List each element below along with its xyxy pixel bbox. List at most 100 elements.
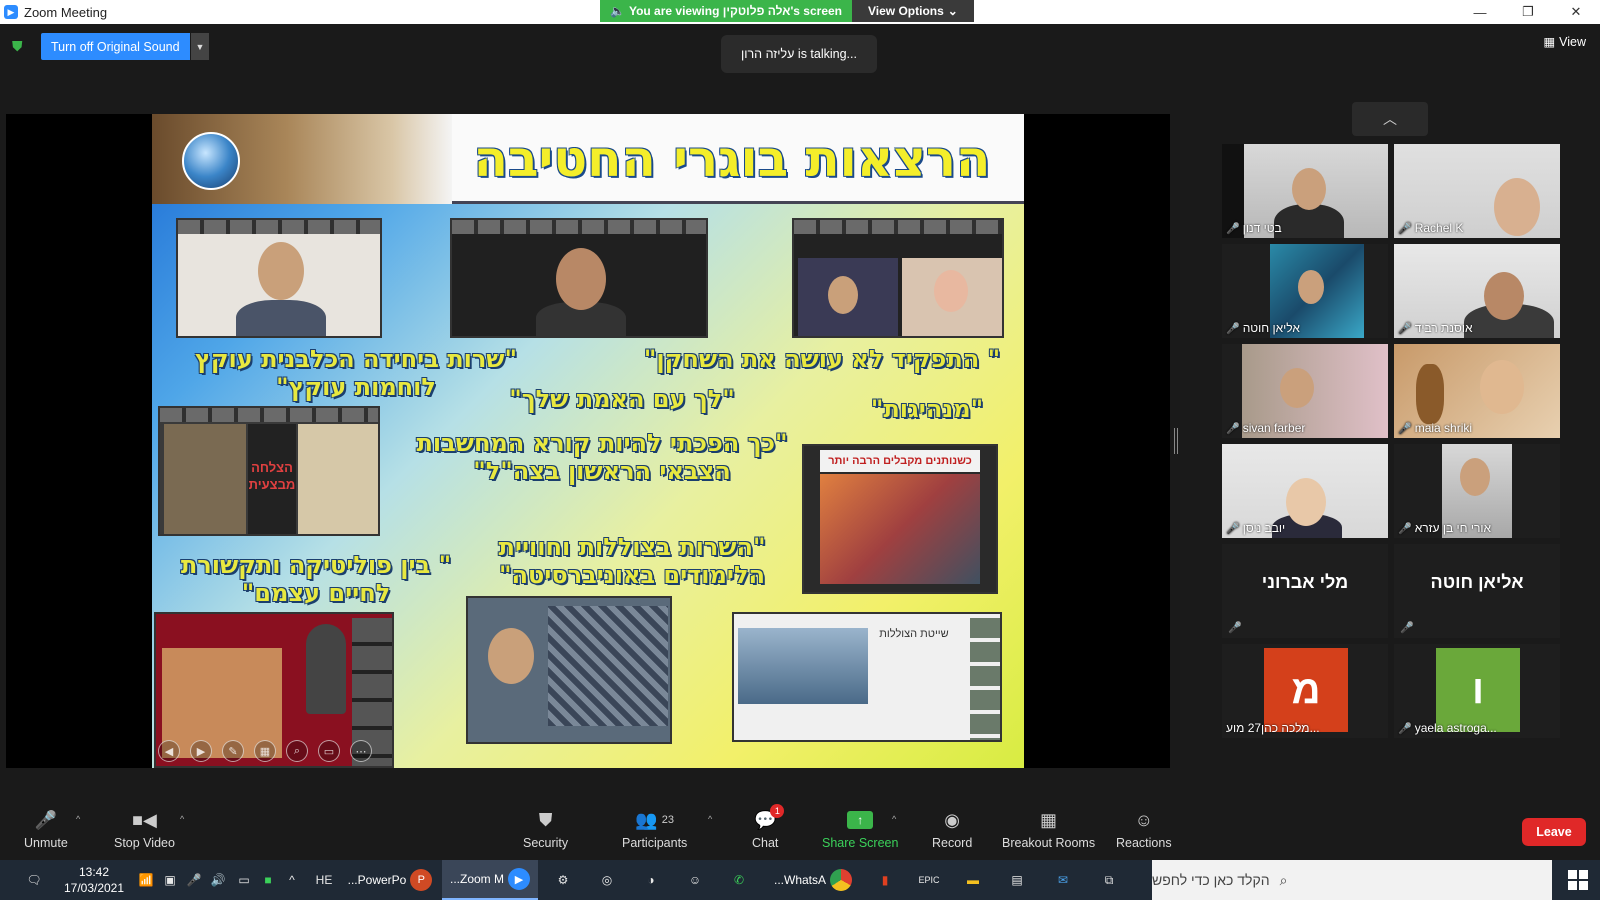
panel-splitter[interactable] [1174, 428, 1178, 454]
taskbar-whatsapp-chrome[interactable]: ...WhatsA [770, 860, 856, 900]
participant-tile[interactable]: 🎤 sivan farber [1222, 344, 1388, 438]
windows-start-icon[interactable] [1568, 870, 1588, 890]
prev-slide-icon[interactable]: ◀ [158, 740, 180, 762]
nvidia-icon[interactable]: ■ [258, 860, 278, 900]
participant-name: אליאן חוטה [1430, 572, 1524, 592]
notification-icon[interactable]: 🗨 [22, 860, 46, 900]
stop-video-button[interactable]: ■◀ Stop Video [114, 808, 175, 851]
original-sound-dropdown[interactable]: ▼ [191, 33, 209, 60]
participant-tile[interactable]: מלי אברוני 🎤 [1222, 544, 1388, 638]
taskbar-clock[interactable]: 13:42 17/03/2021 [56, 864, 132, 896]
participant-tile[interactable]: 🎤 אליאן חוטה [1222, 244, 1388, 338]
participant-avatar: ו [1436, 648, 1520, 732]
mic-muted-icon: 🎤 [1398, 322, 1412, 335]
office-icon[interactable]: ▮ [870, 860, 900, 900]
shield-icon: ⛊ [538, 809, 553, 830]
slides-grid-icon[interactable]: ▦ [254, 740, 276, 762]
mic-muted-icon: 🎤 [1400, 622, 1414, 634]
view-options-label: View Options [868, 4, 944, 18]
participant-tile[interactable]: 🎤 יובב ניסן [1222, 444, 1388, 538]
view-options-button[interactable]: View Options ⌄ [852, 0, 974, 22]
discord-icon[interactable]: ☺ [680, 860, 710, 900]
dog-image [164, 424, 246, 534]
unmute-button[interactable]: 🎤 Unmute [24, 808, 68, 851]
participant-tile[interactable]: 🎤 בטי דנון [1222, 144, 1388, 238]
participant-face [1484, 272, 1524, 320]
whatsapp-label: ...WhatsA [773, 873, 826, 887]
participants-caret[interactable]: ^ [708, 814, 712, 824]
participants-icon: 👥 23 [635, 809, 674, 830]
original-sound-button[interactable]: Turn off Original Sound [41, 33, 190, 60]
reactions-button[interactable]: ☺ Reactions [1116, 808, 1172, 851]
gallery-up-button[interactable]: ︿ [1352, 102, 1428, 136]
next-slide-icon[interactable]: ▶ [190, 740, 212, 762]
participant-tile[interactable]: 🎤 maia shriki [1394, 344, 1560, 438]
minimize-button[interactable]: — [1456, 0, 1504, 24]
share-screen-button[interactable]: ↑ Share Screen [822, 808, 898, 850]
chevron-up-icon: ︿ [1383, 111, 1397, 127]
shield-icon[interactable]: ⛊ [12, 38, 28, 54]
participant-strip [452, 220, 706, 234]
wifi-icon[interactable]: 📶 [136, 860, 156, 900]
security-button[interactable]: ⛊ Security [523, 808, 568, 851]
participant-tile[interactable]: ו 🎤 yaela astroga... [1394, 644, 1560, 738]
taskbar-search[interactable]: ⌕ הקלד כאן כדי לחפש [1152, 860, 1552, 900]
participants-button[interactable]: 👥 23 Participants [622, 808, 687, 851]
participant-tile[interactable]: אליאן חוטה 🎤 [1394, 544, 1560, 638]
pen-icon[interactable]: ✎ [222, 740, 244, 762]
quote-mind-reader: "כך הפכתי להיות קורא המחשבות הצבאי הראשו… [416, 429, 788, 485]
quote-role: " התפקיד לא עושה את השחקן" [643, 345, 1001, 373]
steam-icon[interactable]: ⚙ [548, 860, 578, 900]
leave-button[interactable]: Leave [1522, 818, 1586, 846]
epic-games-icon[interactable]: EPIC [914, 860, 944, 900]
restore-button[interactable]: ❐ [1504, 0, 1552, 24]
taskbar-zoom[interactable]: ...Zoom M ▶ [442, 860, 538, 900]
share-options-caret[interactable]: ^ [892, 814, 896, 824]
mail-icon[interactable]: ✉ [1048, 860, 1078, 900]
chat-icon: 💬 1 [754, 804, 785, 832]
more-icon[interactable]: ⋯ [350, 740, 372, 762]
store-icon[interactable]: ▤ [1002, 860, 1032, 900]
speaker-face [488, 628, 534, 684]
obs-icon[interactable]: ◑ [636, 860, 666, 900]
record-icon: ◉ [944, 809, 960, 830]
speaker-face [258, 242, 304, 300]
quote-submarines: "השרות בצוללות וחוויית הלימודים באוניברס… [498, 533, 766, 589]
chat-button[interactable]: 💬 1 Chat [752, 804, 785, 850]
participant-tile[interactable]: מ מלכה כהן27 מוע... [1222, 644, 1388, 738]
chevron-up-icon[interactable]: ^ [282, 860, 302, 900]
video-options-caret[interactable]: ^ [180, 814, 184, 824]
zoom-icon[interactable]: ⌕ [286, 740, 308, 762]
task-view-icon[interactable]: ⧉ [1094, 860, 1124, 900]
taskbar-powerpoint[interactable]: ...PowerPo P [346, 860, 434, 900]
chrome-icon [830, 869, 852, 891]
app-icon[interactable]: ◎ [592, 860, 622, 900]
flotilla-label: שייטת הצוללות [879, 628, 949, 640]
speaker-icon: 🔈 [610, 4, 625, 18]
battery-icon[interactable]: ▭ [234, 860, 254, 900]
camera-icon[interactable]: ▣ [160, 860, 180, 900]
quote-politics: " בין פוליטיקה ותקשורת לחיים עצמם" [180, 551, 452, 607]
volume-icon[interactable]: 🔊 [208, 860, 228, 900]
quote-truth: "לך עם האמת שלך" [509, 385, 735, 413]
audio-options-caret[interactable]: ^ [76, 814, 80, 824]
record-button[interactable]: ◉ Record [932, 808, 972, 851]
participant-tile[interactable]: 🎤 אורי חי בן עזרא [1394, 444, 1560, 538]
file-explorer-icon[interactable]: ▬ [958, 860, 988, 900]
view-button[interactable]: ▦ View [1543, 34, 1586, 50]
view-label: View [1559, 34, 1586, 49]
participant-name: 🎤 יובב ניסן [1226, 521, 1286, 535]
microphone-icon[interactable]: 🎤 [184, 860, 204, 900]
whatsapp-icon[interactable]: ✆ [724, 860, 754, 900]
mic-muted-icon: 🎤 [1398, 222, 1412, 235]
participant-face [1280, 368, 1314, 408]
participant-tile[interactable]: 🎤 Rachel K [1394, 144, 1560, 238]
mic-muted-icon: 🎤 [1398, 422, 1412, 435]
participant-column [970, 618, 1000, 740]
subtitles-icon[interactable]: ▭ [318, 740, 340, 762]
close-button[interactable]: ✕ [1552, 0, 1600, 24]
clock-date: 17/03/2021 [63, 881, 125, 895]
participant-tile[interactable]: 🎤 אוסנת רביד [1394, 244, 1560, 338]
language-indicator[interactable]: HE [312, 860, 336, 900]
breakout-rooms-button[interactable]: ▦ Breakout Rooms [1002, 808, 1095, 851]
